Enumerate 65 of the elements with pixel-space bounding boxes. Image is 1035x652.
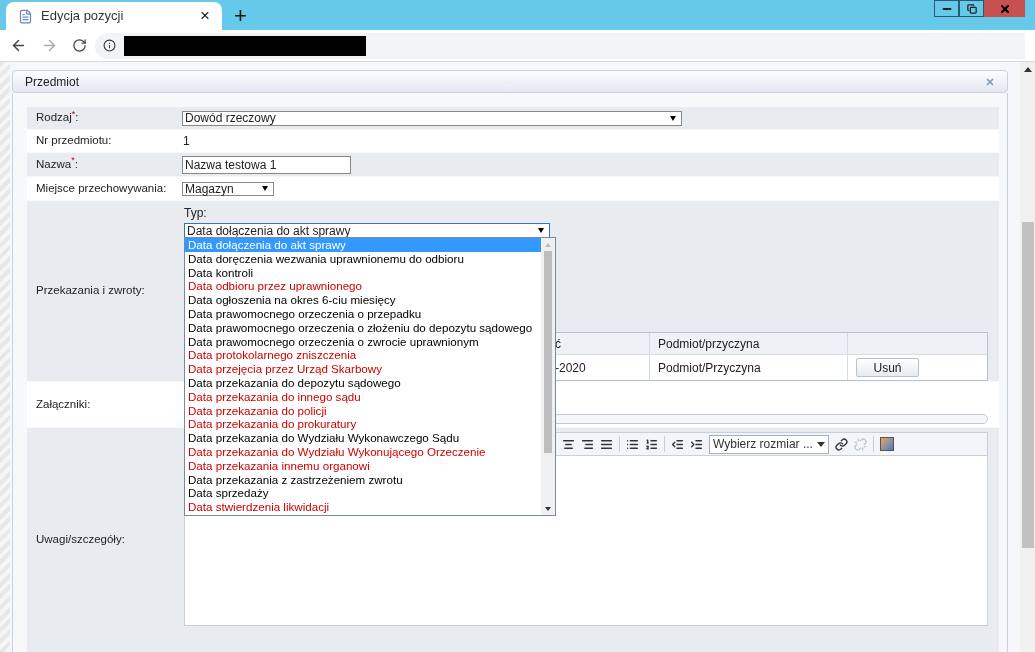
panel-title: Przedmiot — [25, 73, 80, 91]
dropdown-option[interactable]: Data przekazania do Wydziału Wykonawczego Sądu — [185, 431, 541, 445]
column-header: Podmiot/przyczyna — [650, 333, 848, 354]
minimize-button[interactable] — [934, 0, 959, 17]
address-bar[interactable] — [95, 32, 1025, 59]
table-cell: Podmiot/Przyczyna — [650, 355, 848, 380]
close-window-button[interactable] — [984, 0, 1025, 17]
dropdown-option[interactable]: Data stwierdzenia likwidacji — [185, 500, 541, 514]
dropdown-option[interactable]: Data przekazania z zastrzeżeniem zwrotu — [185, 472, 541, 487]
name-input[interactable]: Nazwa testowa 1 — [182, 155, 351, 174]
dropdown-option[interactable]: Data przekazania innemu organowi — [185, 458, 541, 473]
font-size-select[interactable]: Wybierz rozmiar ... — [709, 434, 829, 454]
dropdown-option[interactable]: Data ogłoszenia na okres 6-ciu miesięcy — [185, 293, 541, 307]
close-icon — [998, 2, 1011, 15]
restore-button[interactable] — [959, 0, 984, 17]
dropdown-option[interactable]: Data przekazania do innego sądu — [185, 389, 541, 404]
align-center-icon[interactable] — [562, 437, 575, 451]
tab-title: Edycja pozycji — [41, 7, 125, 26]
page-scrollbar[interactable] — [1020, 62, 1035, 652]
dropdown-option[interactable]: Data protokolarnego zniszczenia — [185, 348, 541, 363]
item-number: 1 — [183, 133, 190, 150]
back-icon[interactable] — [10, 37, 27, 54]
field-label: Miejsce przechowywania: — [36, 180, 167, 196]
info-icon — [103, 39, 116, 52]
page-icon — [18, 8, 33, 24]
restore-icon — [966, 3, 977, 14]
dropdown-option[interactable]: Data prawomocnego orzeczenia o przepadku — [185, 307, 541, 321]
numbered-list-icon[interactable] — [645, 437, 658, 451]
close-tab-button[interactable]: × — [200, 3, 210, 29]
image-icon[interactable] — [880, 437, 894, 451]
caret-icon — [817, 441, 825, 447]
align-right-icon[interactable] — [581, 437, 594, 451]
outdent-icon[interactable] — [671, 437, 684, 451]
link-icon[interactable] — [835, 437, 848, 451]
dropdown-option[interactable]: Data prawomocnego orzeczenia o zwrocie uprawnionym — [185, 334, 541, 349]
new-tab-button[interactable]: + — [234, 5, 247, 27]
close-icon[interactable] — [985, 76, 995, 87]
caret-icon — [262, 186, 268, 191]
caret-icon — [670, 115, 676, 121]
dropdown-option[interactable]: Data sprzedaży — [185, 486, 541, 501]
dropdown-option[interactable]: Data odbioru przez uprawnionego — [185, 279, 541, 294]
dropdown-option[interactable]: Data przejęcia przez Urząd Skarbowy — [185, 362, 541, 376]
reload-icon[interactable] — [72, 38, 87, 53]
delete-button[interactable]: Usuń — [856, 358, 919, 377]
dropdown-option[interactable]: Data prawomocnego orzeczenia o złożeniu do depozytu sądowego — [185, 320, 541, 335]
field-label: Nazwa$^{*}$: — [36, 155, 78, 172]
field-label: Uwagi/szczegóły: — [36, 532, 125, 548]
dropdown-option[interactable]: Data przekazania do prokuratury — [185, 417, 541, 432]
storage-select[interactable]: Magazyn — [182, 181, 274, 196]
indent-icon[interactable] — [690, 437, 703, 451]
dropdown-option[interactable]: Data doręczenia wezwania uprawnionemu do odbioru — [185, 251, 541, 266]
field-label: Nr przedmiotu: — [36, 133, 112, 149]
dropdown-option[interactable]: Data przekazania do policji — [185, 403, 541, 418]
type-label: Typ: — [184, 205, 208, 222]
browser-tab[interactable]: Edycja pozycji × — [6, 2, 222, 30]
dropdown-option[interactable]: Data kontroli — [185, 265, 541, 280]
type-select[interactable]: Dowód rzeczowy — [182, 110, 682, 126]
field-label: Rodzaj$^{*}$: — [36, 109, 79, 126]
align-justify-icon[interactable] — [600, 437, 613, 451]
bullet-list-icon[interactable] — [626, 437, 639, 451]
dropdown-option[interactable]: Data przekazania do depozytu sądowego — [185, 375, 541, 390]
field-label: Przekazania i zwroty: — [36, 283, 145, 299]
dropdown-option[interactable]: Data przekazania do Wydziału Wykonującego Orzeczenie — [185, 444, 541, 459]
scrollbar[interactable] — [541, 238, 555, 515]
field-label: Załączniki: — [36, 396, 91, 412]
